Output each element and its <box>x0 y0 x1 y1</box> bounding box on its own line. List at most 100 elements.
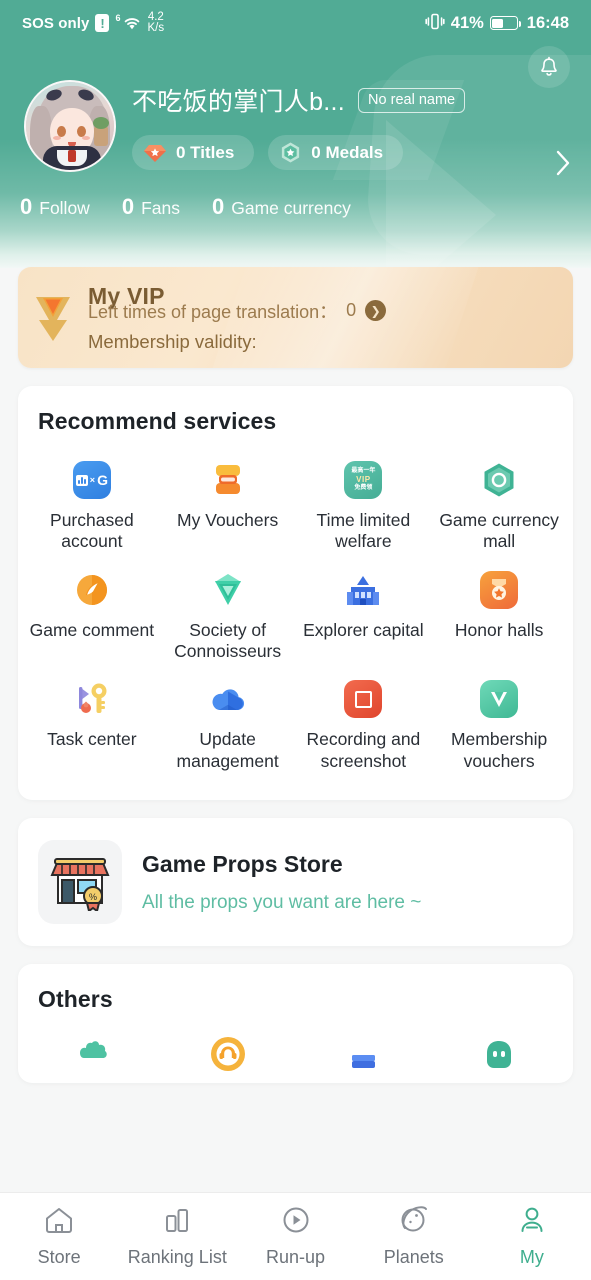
vip-translation-row: Left times of page translation： 0 ❯ <box>88 298 559 324</box>
vip-card[interactable]: My VIP Left times of page translation： 0… <box>18 267 573 368</box>
service-update-management[interactable]: Update management <box>160 668 296 778</box>
service-explorer-capital[interactable]: Explorer capital <box>296 559 432 669</box>
task-center-icon <box>71 678 113 720</box>
icon-text-top: 最高一年 <box>351 467 376 474</box>
service-label: Recording and screenshot <box>306 729 421 771</box>
planet-icon <box>398 1205 430 1240</box>
tab-my[interactable]: My <box>473 1205 591 1268</box>
profile-header: SOS only ! 6 4.2 K/s 41% 16:48 不吃饭的掌门人b.… <box>0 0 591 268</box>
service-label: Task center <box>47 729 137 750</box>
recommend-services-title: Recommend services <box>38 408 277 434</box>
signal-generation-label: 6 <box>115 13 121 23</box>
explorer-capital-icon <box>342 569 384 611</box>
tab-ranking-list[interactable]: Ranking List <box>118 1205 236 1268</box>
vip-validity-label: Membership validity: <box>88 330 257 352</box>
service-society-of-connoisseurs[interactable]: Society of Connoisseurs <box>160 559 296 669</box>
service-my-vouchers[interactable]: My Vouchers <box>160 449 296 559</box>
service-game-comment[interactable]: Game comment <box>24 559 160 669</box>
others-grid <box>18 1013 573 1073</box>
service-label: My Vouchers <box>177 510 279 530</box>
icon-text-bottom: 免费领 <box>354 485 373 491</box>
stat-value: 0 <box>211 194 225 219</box>
status-bar: SOS only ! 6 4.2 K/s 41% 16:48 <box>0 0 591 46</box>
service-label: Game comment <box>29 619 155 640</box>
service-task-center[interactable]: Task center <box>24 668 160 778</box>
stat-follow[interactable]: 0 Follow <box>20 194 90 220</box>
game-comment-icon <box>71 569 113 611</box>
recommend-services-card: Recommend services ×G Purchased account <box>18 386 573 801</box>
others-title: Others <box>38 986 113 1013</box>
avatar[interactable] <box>24 80 116 172</box>
stat-label: Follow <box>39 198 90 218</box>
service-label: Society of Connoisseurs <box>174 619 282 662</box>
stat-value: 0 <box>121 194 135 219</box>
puzzle-icon <box>79 1041 107 1059</box>
vip-left-times-label: Left times of page translation： <box>88 301 338 322</box>
tab-label: Planets <box>383 1247 444 1267</box>
stat-label: Fans <box>141 198 180 218</box>
vibrate-icon <box>425 13 445 34</box>
stat-fans[interactable]: 0 Fans <box>122 194 180 220</box>
tab-label: Run-up <box>265 1247 326 1267</box>
clock: 16:48 <box>526 13 569 32</box>
stat-value: 0 <box>20 194 33 219</box>
network-speed: 4.2 K/s <box>147 11 165 34</box>
wifi-icon: 6 <box>115 13 141 31</box>
others-item-support[interactable] <box>160 1033 296 1073</box>
service-label: Game currency mall <box>439 510 559 552</box>
stat-game-currency[interactable]: 0 Game currency <box>212 194 351 220</box>
service-recording-and-screenshot[interactable]: Recording and screenshot <box>296 668 432 778</box>
titles-label: 0 Titles <box>176 142 235 162</box>
titles-pill[interactable]: 0 Titles <box>132 135 255 170</box>
others-item-book[interactable] <box>296 1033 432 1073</box>
medals-pill[interactable]: 0 Medals <box>268 135 404 170</box>
book-card-icon <box>352 1055 376 1069</box>
app-screen: SOS only ! 6 4.2 K/s 41% 16:48 不吃饭的掌门人b.… <box>0 0 591 1280</box>
service-honor-halls[interactable]: Honor halls <box>431 559 567 669</box>
service-label: Time limited welfare <box>316 510 411 552</box>
chevron-right-circle-icon[interactable]: ❯ <box>365 300 387 321</box>
others-item-robot[interactable] <box>431 1033 567 1073</box>
membership-vouchers-icon <box>478 678 520 720</box>
tab-label: Ranking List <box>127 1247 227 1267</box>
store-title: Game Props Store <box>142 850 343 877</box>
bell-icon[interactable] <box>528 46 570 88</box>
game-props-store-card[interactable]: % Game Props Store All the props you wan… <box>18 818 573 947</box>
play-icon <box>280 1205 312 1240</box>
realname-status-badge[interactable]: No real name <box>358 87 466 113</box>
profile-stats: 0 Follow 0 Fans 0 Game currency <box>0 172 591 220</box>
network-speed-unit: K/s <box>147 22 165 34</box>
vip-v-icon <box>18 293 88 343</box>
shop-front-icon: % <box>38 840 122 925</box>
store-subtitle: All the props you want are here ~ <box>142 891 422 913</box>
robot-assistant-icon <box>487 1041 512 1069</box>
service-purchased-account[interactable]: × G Purchased account <box>24 449 160 559</box>
carrier-label: SOS only <box>22 14 90 32</box>
service-label: Membership vouchers <box>450 729 548 771</box>
username: 不吃饭的掌门人b... <box>132 88 346 116</box>
svg-text:%: % <box>89 892 97 902</box>
medals-label: 0 Medals <box>311 142 384 162</box>
recording-screenshot-icon <box>342 678 384 720</box>
service-time-limited-welfare[interactable]: 最高一年 VIP 免费领 Time limited welfare <box>296 449 432 559</box>
service-label: Honor halls <box>454 619 544 640</box>
service-game-currency-mall[interactable]: Game currency mall <box>431 449 567 559</box>
others-item-puzzle[interactable] <box>24 1033 160 1073</box>
tab-label: Store <box>37 1247 81 1267</box>
vip-left-times-value: 0 <box>346 300 357 320</box>
vouchers-icon <box>207 459 249 501</box>
purchased-account-icon: × G <box>71 459 113 501</box>
recommend-services-grid: × G Purchased account My Vouchers 最高一年 V… <box>18 435 573 800</box>
home-icon <box>43 1205 75 1240</box>
service-membership-vouchers[interactable]: Membership vouchers <box>431 668 567 778</box>
time-limited-welfare-icon: 最高一年 VIP 免费领 <box>342 459 384 501</box>
service-label: Update management <box>176 729 279 771</box>
tab-planets[interactable]: Planets <box>355 1205 473 1268</box>
tab-label: My <box>519 1247 544 1267</box>
battery-percent: 41% <box>450 13 484 32</box>
medal-hex-icon <box>279 141 302 164</box>
tab-store[interactable]: Store <box>0 1205 118 1268</box>
gem-icon <box>143 143 167 163</box>
bottom-navigation: Store Ranking List Run-up Planets My <box>0 1192 591 1280</box>
tab-run-up[interactable]: Run-up <box>236 1205 354 1268</box>
